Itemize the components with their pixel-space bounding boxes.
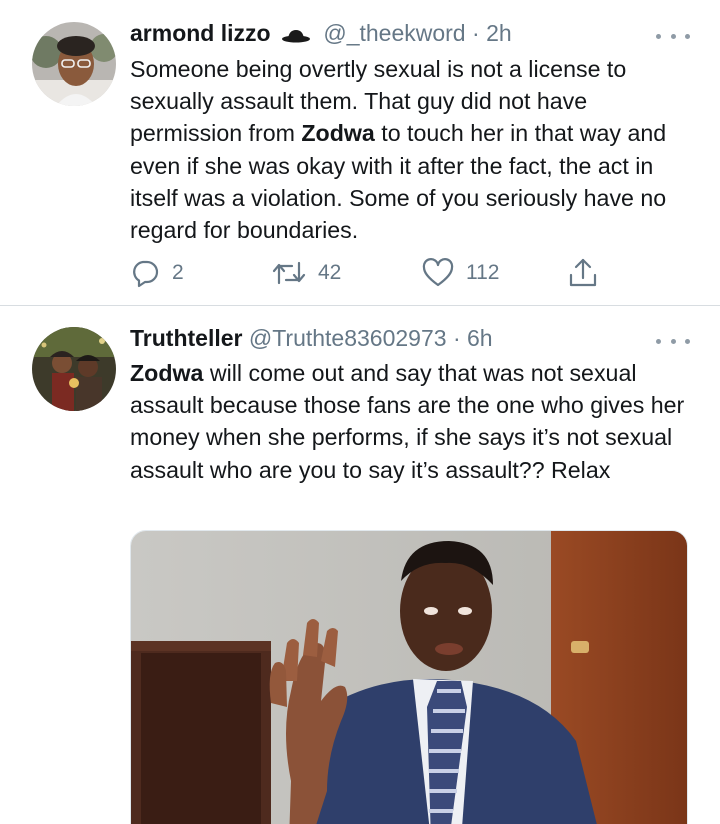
share-icon	[568, 257, 598, 289]
reply-icon	[130, 258, 160, 288]
like-button[interactable]: 112	[422, 257, 499, 289]
tweet-text: Zodwa will come out and say that was not…	[130, 357, 700, 486]
retweet-icon	[272, 258, 306, 288]
tweet-text: Someone being overtly sexual is not a li…	[130, 53, 700, 246]
more-icon[interactable]	[656, 331, 690, 351]
more-icon[interactable]	[656, 26, 690, 46]
tweet[interactable]: armond lizzo @_theekword · 2h Someone be…	[0, 0, 720, 306]
like-count: 112	[466, 261, 500, 284]
tweet-header: Truthteller @Truthte83602973 · 6h	[130, 323, 690, 353]
like-icon	[422, 258, 454, 288]
handle[interactable]: @Truthte83602973	[249, 325, 447, 351]
display-name[interactable]: Truthteller	[130, 325, 242, 351]
retweet-button[interactable]: 42	[272, 257, 341, 289]
separator: ·	[452, 325, 461, 351]
timestamp[interactable]: 6h	[467, 325, 493, 351]
tweet-text-part: will come out and say that was not sexua…	[130, 360, 685, 483]
mention-bold: Zodwa	[301, 120, 375, 147]
timestamp[interactable]: 2h	[486, 20, 512, 46]
action-bar: 2 42 112	[130, 257, 610, 289]
reply-button[interactable]: 2	[130, 257, 184, 289]
tweet[interactable]: Truthteller @Truthte83602973 · 6h Zodwa …	[0, 307, 720, 824]
reply-count: 2	[172, 261, 184, 284]
mention-bold: Zodwa	[130, 360, 204, 386]
share-button[interactable]	[568, 257, 598, 289]
avatar[interactable]	[32, 327, 116, 411]
handle[interactable]: @_theekword	[323, 20, 465, 46]
tweet-media-image[interactable]	[130, 530, 688, 824]
avatar[interactable]	[32, 22, 116, 106]
display-name[interactable]: armond lizzo	[130, 20, 271, 46]
retweet-count: 42	[318, 261, 342, 284]
separator: ·	[472, 20, 480, 46]
hat-emoji-icon	[281, 20, 311, 50]
tweet-header: armond lizzo @_theekword · 2h	[130, 18, 690, 48]
